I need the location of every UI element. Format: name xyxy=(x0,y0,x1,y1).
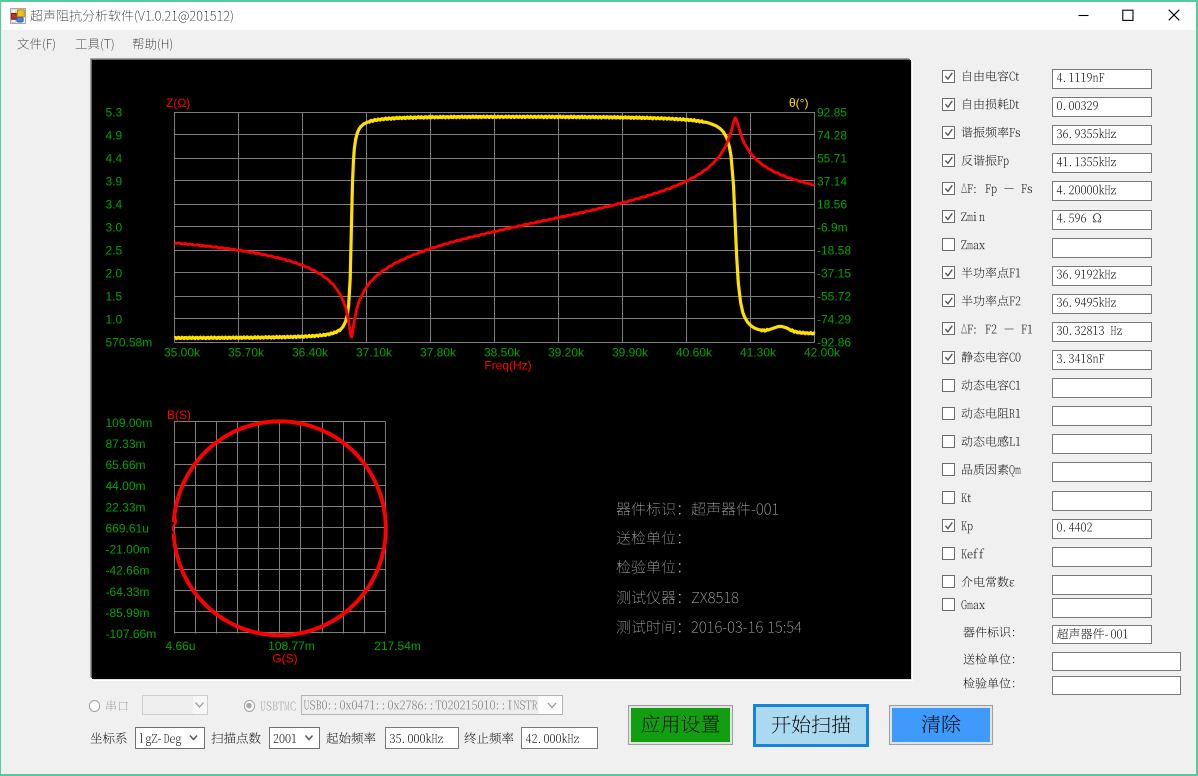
svg-text:B(S): B(S) xyxy=(167,408,191,422)
svg-text:55.71: 55.71 xyxy=(817,151,847,165)
svg-text:G(S): G(S) xyxy=(272,652,297,666)
svg-text:87.33m: 87.33m xyxy=(106,437,146,451)
svg-text:37.10k: 37.10k xyxy=(356,346,393,360)
svg-text:3.4: 3.4 xyxy=(106,197,123,211)
svg-text:-64.33m: -64.33m xyxy=(106,585,150,599)
svg-text:-74.29: -74.29 xyxy=(817,312,851,326)
svg-text:37.80k: 37.80k xyxy=(420,346,457,360)
svg-text:2.5: 2.5 xyxy=(106,243,123,257)
svg-text:217.54m: 217.54m xyxy=(374,639,421,653)
svg-text:39.90k: 39.90k xyxy=(612,346,649,360)
svg-text:-107.66m: -107.66m xyxy=(106,627,157,641)
svg-text:35.70k: 35.70k xyxy=(228,346,265,360)
svg-text:4.66u: 4.66u xyxy=(165,639,195,653)
svg-text:18.56: 18.56 xyxy=(817,197,847,211)
svg-text:74.28: 74.28 xyxy=(817,128,847,142)
svg-text:42.00k: 42.00k xyxy=(804,346,841,360)
svg-text:37.14: 37.14 xyxy=(817,174,847,188)
svg-text:3.9: 3.9 xyxy=(106,174,123,188)
svg-text:38.50k: 38.50k xyxy=(484,346,521,360)
svg-text:570.58m: 570.58m xyxy=(106,335,153,349)
svg-text:669.61u: 669.61u xyxy=(106,521,149,535)
svg-text:109.00m: 109.00m xyxy=(106,416,153,430)
svg-text:1.0: 1.0 xyxy=(106,312,123,326)
svg-text:92.85: 92.85 xyxy=(817,105,847,119)
svg-text:-55.72: -55.72 xyxy=(817,289,851,303)
svg-text:-21.00m: -21.00m xyxy=(106,543,150,557)
svg-text:1.5: 1.5 xyxy=(106,289,123,303)
svg-text:41.30k: 41.30k xyxy=(740,346,777,360)
svg-text:36.40k: 36.40k xyxy=(292,346,329,360)
svg-text:5.3: 5.3 xyxy=(106,105,123,119)
svg-text:44.00m: 44.00m xyxy=(106,479,146,493)
svg-text:-85.99m: -85.99m xyxy=(106,606,150,620)
svg-text:-6.9m: -6.9m xyxy=(817,220,848,234)
svg-text:-42.66m: -42.66m xyxy=(106,564,150,578)
svg-text:-37.15: -37.15 xyxy=(817,266,851,280)
svg-text:22.33m: 22.33m xyxy=(106,500,146,514)
svg-text:35.00k: 35.00k xyxy=(164,346,201,360)
svg-text:θ(°): θ(°) xyxy=(789,96,808,110)
svg-text:Freq(Hz): Freq(Hz) xyxy=(484,359,531,373)
svg-text:65.66m: 65.66m xyxy=(106,458,146,472)
svg-text:4.9: 4.9 xyxy=(106,128,123,142)
svg-text:4.4: 4.4 xyxy=(106,151,123,165)
svg-text:2.0: 2.0 xyxy=(106,266,123,280)
svg-text:3.0: 3.0 xyxy=(106,220,123,234)
svg-text:40.60k: 40.60k xyxy=(676,346,713,360)
svg-text:39.20k: 39.20k xyxy=(548,346,585,360)
svg-text:-18.58: -18.58 xyxy=(817,243,851,257)
svg-text:Z(Ω): Z(Ω) xyxy=(166,96,190,110)
